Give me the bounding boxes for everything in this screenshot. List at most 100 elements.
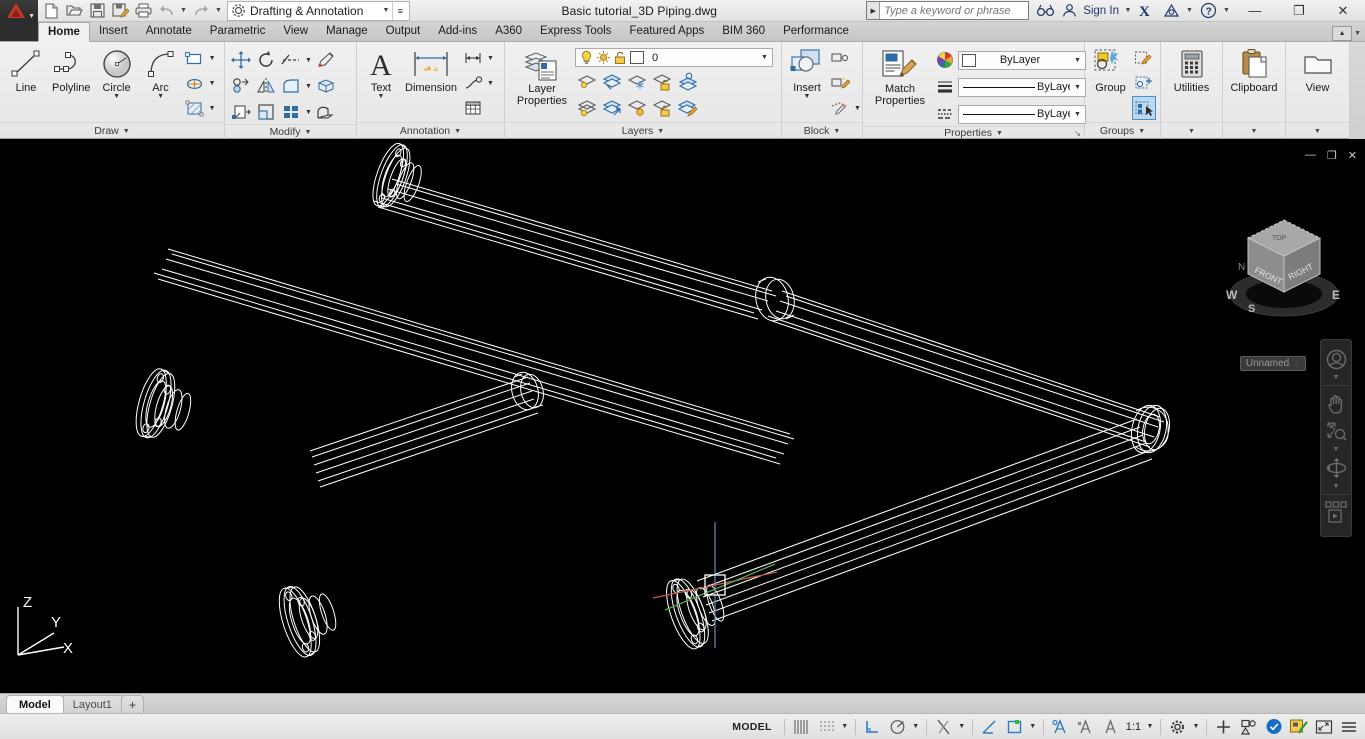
annotation-scale-change-icon[interactable]	[1098, 716, 1123, 738]
chevron-down-icon[interactable]: ▼	[208, 105, 217, 112]
chevron-down-icon[interactable]: ▼	[1354, 30, 1361, 37]
object-snap-tracking-icon[interactable]	[931, 716, 956, 738]
panel-groups-title[interactable]: Groups ▼	[1085, 122, 1160, 139]
chevron-down-icon[interactable]: ▼	[378, 93, 385, 100]
exchange-apps-icon[interactable]: X	[1135, 0, 1159, 22]
chevron-down-icon[interactable]: ▼	[1027, 723, 1039, 730]
edit-group-icon[interactable]	[1132, 46, 1156, 70]
lineweight-combo[interactable]: ByLayer ▼	[958, 77, 1086, 97]
dimension-style-icon[interactable]	[461, 46, 485, 70]
panel-properties-title[interactable]: Properties ▼ ↘	[863, 126, 1084, 139]
chevron-down-icon[interactable]: ▼	[113, 93, 120, 100]
open-file-button[interactable]	[63, 1, 85, 21]
minimize-ribbon-button[interactable]: ▲	[1332, 26, 1353, 41]
isolate-objects-icon[interactable]	[1236, 716, 1261, 738]
draw-arc-button[interactable]: Arc ▼	[139, 45, 183, 100]
layer-unisolate-icon[interactable]	[625, 95, 649, 119]
edit-block-icon[interactable]	[828, 71, 852, 95]
extrude-icon[interactable]	[314, 100, 338, 124]
autodesk-dropdown[interactable]: ▼	[1183, 0, 1196, 22]
draw-polyline-button[interactable]: Polyline	[48, 45, 95, 94]
layer-make-current-icon[interactable]	[675, 69, 699, 93]
draw-line-button[interactable]: Line	[4, 45, 48, 94]
chevron-down-icon[interactable]: ▼	[486, 80, 495, 87]
panel-clipboard-title[interactable]: ▼	[1223, 122, 1285, 139]
panel-modify-title[interactable]: Modify ▼	[225, 124, 356, 139]
chevron-down-icon[interactable]: ▼	[839, 723, 851, 730]
ribbon-tab-express-tools[interactable]: Express Tools	[531, 21, 620, 41]
autodesk-icon[interactable]	[1159, 0, 1183, 22]
chevron-down-icon[interactable]: ▼	[304, 109, 313, 116]
clipboard-button[interactable]: Clipboard	[1227, 45, 1281, 94]
utilities-button[interactable]: Utilities	[1170, 45, 1214, 94]
chevron-down-icon[interactable]: ▼	[208, 80, 217, 87]
table-icon[interactable]	[461, 96, 485, 120]
drawing-status-icon[interactable]	[1286, 716, 1311, 738]
layer-properties-button[interactable]: Layer Properties	[509, 46, 575, 107]
panel-draw-title[interactable]: Draw ▼	[0, 122, 224, 139]
fillet-icon[interactable]	[279, 74, 303, 98]
chevron-down-icon[interactable]: ▼	[996, 130, 1003, 137]
panel-annotation-title[interactable]: Annotation ▼	[357, 122, 504, 139]
view-name-dropdown[interactable]: Unnamed ▼	[1240, 356, 1306, 371]
layout-tab-model[interactable]: Model	[6, 695, 64, 713]
workspace-switching-gear-icon[interactable]	[1165, 716, 1190, 738]
pan-hand-icon[interactable]	[1322, 390, 1350, 416]
application-menu-button[interactable]: ▼	[0, 0, 38, 22]
drawing-canvas[interactable]: — ❐ ✕ Z Y X W E N S FRONT RIGHT TOP Unna…	[0, 139, 1365, 695]
layer-freeze-tool-icon[interactable]	[625, 69, 649, 93]
array-icon[interactable]	[279, 100, 303, 124]
autoscale-annotation-icon[interactable]	[1073, 716, 1098, 738]
redo-button[interactable]	[190, 1, 212, 21]
undo-button[interactable]	[155, 1, 177, 21]
chevron-down-icon[interactable]: ▼	[1070, 57, 1085, 64]
chevron-down-icon[interactable]: ▼	[379, 7, 392, 14]
add-to-group-icon[interactable]	[1132, 71, 1156, 95]
workspace-switcher[interactable]: Drafting & Annotation ▼ ≡	[227, 0, 411, 21]
chevron-down-icon[interactable]: ▼	[657, 128, 664, 135]
layer-freeze-icon[interactable]	[594, 50, 611, 65]
ribbon-tab-addins[interactable]: Add-ins	[429, 21, 486, 41]
trim-icon[interactable]	[279, 48, 303, 72]
hatch-icon[interactable]	[183, 96, 207, 120]
chevron-down-icon[interactable]: ▼	[804, 93, 811, 100]
snap-mode-icon[interactable]	[814, 716, 839, 738]
move-icon[interactable]	[229, 48, 253, 72]
layer-isolate-icon[interactable]	[575, 69, 599, 93]
steering-wheels-icon[interactable]	[1322, 346, 1350, 372]
orbit-icon[interactable]	[1322, 455, 1350, 481]
linetype-combo[interactable]: ByLayer ▼	[958, 104, 1086, 124]
layer-lock-icon[interactable]	[611, 50, 627, 65]
ribbon-tab-bim360[interactable]: BIM 360	[713, 21, 774, 41]
mirror-icon[interactable]	[254, 74, 278, 98]
chevron-down-icon[interactable]: ▼	[304, 83, 313, 90]
ribbon-tab-a360[interactable]: A360	[486, 21, 531, 41]
layer-selector[interactable]: 0 ▼	[575, 48, 773, 67]
group-selection-icon[interactable]	[1132, 96, 1156, 120]
annotation-scale-value[interactable]: 1:1	[1123, 721, 1144, 733]
object-color-combo[interactable]: ByLayer ▼	[958, 50, 1086, 70]
hardware-acceleration-icon[interactable]	[1211, 716, 1236, 738]
ribbon-tab-manage[interactable]: Manage	[317, 21, 377, 41]
panel-block-title[interactable]: Block ▼	[782, 122, 862, 139]
match-properties-button[interactable]: Match Properties	[867, 46, 933, 107]
chevron-down-icon[interactable]: ▼	[1333, 483, 1340, 490]
stretch-icon[interactable]	[229, 100, 253, 124]
ribbon-tab-parametric[interactable]: Parametric	[201, 21, 275, 41]
navigation-bar[interactable]: ▼ ▼ ▼	[1320, 339, 1352, 537]
workspace-more-icon[interactable]: ≡	[392, 1, 407, 20]
status-toggle-icon[interactable]	[1261, 716, 1286, 738]
group-button[interactable]: Group	[1089, 45, 1132, 94]
rotate-icon[interactable]	[254, 48, 278, 72]
window-restore-button[interactable]: ❐	[1277, 0, 1321, 22]
search-icon[interactable]	[1033, 0, 1057, 22]
chevron-down-icon[interactable]: ▼	[1188, 128, 1195, 135]
grid-display-icon[interactable]	[789, 716, 814, 738]
model-space-button[interactable]: MODEL	[724, 719, 779, 735]
polar-tracking-icon[interactable]	[885, 716, 910, 738]
search-dropdown-icon[interactable]: ▶	[867, 2, 881, 19]
new-layout-button[interactable]: +	[120, 695, 144, 713]
layer-unlock-icon[interactable]	[650, 95, 674, 119]
ribbon-tab-featured-apps[interactable]: Featured Apps	[620, 21, 713, 41]
scale-icon[interactable]	[254, 100, 278, 124]
